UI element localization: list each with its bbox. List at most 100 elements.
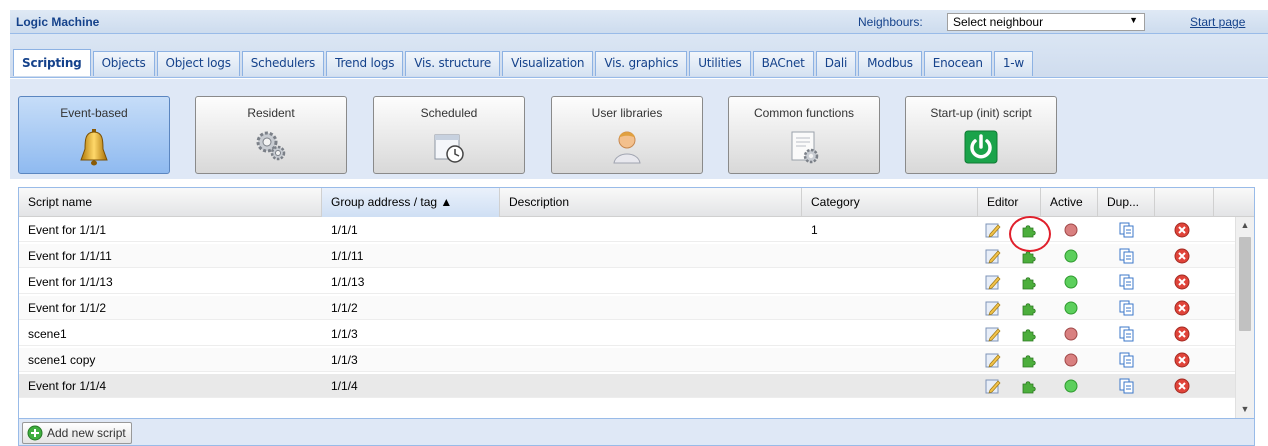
tab-1-wire[interactable]: 1-w bbox=[993, 51, 1034, 76]
table-row[interactable]: Event for 1/1/11 1/1/11 bbox=[19, 244, 1235, 268]
tab-modbus[interactable]: Modbus bbox=[858, 51, 922, 76]
duplicate-icon[interactable] bbox=[1119, 326, 1135, 342]
gears-icon bbox=[256, 131, 286, 161]
tab-objects[interactable]: Objects bbox=[92, 51, 155, 76]
document-gear-icon bbox=[791, 131, 819, 164]
active-status-icon[interactable] bbox=[1063, 222, 1079, 238]
table-row[interactable]: Event for 1/1/1 1/1/1 1 bbox=[19, 218, 1235, 242]
duplicate-icon[interactable] bbox=[1119, 378, 1135, 394]
tab-trend-logs[interactable]: Trend logs bbox=[326, 51, 404, 76]
common-functions-button[interactable]: Common functions bbox=[728, 96, 880, 174]
column-duplicate[interactable]: Dup... bbox=[1098, 188, 1155, 217]
column-group-address[interactable]: Group address / tag ▲ bbox=[322, 188, 500, 217]
duplicate-icon[interactable] bbox=[1119, 352, 1135, 368]
title-bar: Logic Machine Neighbours: Select neighbo… bbox=[10, 10, 1268, 34]
tab-bacnet[interactable]: BACnet bbox=[752, 51, 814, 76]
duplicate-icon[interactable] bbox=[1119, 274, 1135, 290]
script-name-cell: scene1 copy bbox=[28, 353, 96, 367]
user-libraries-button[interactable]: User libraries bbox=[551, 96, 703, 174]
tab-schedulers[interactable]: Schedulers bbox=[241, 51, 325, 76]
grid-scrollbar[interactable]: ▲ ▼ bbox=[1235, 217, 1254, 418]
column-delete[interactable] bbox=[1155, 188, 1214, 217]
neighbours-select-value: Select neighbour bbox=[953, 15, 1044, 29]
user-icon bbox=[613, 131, 641, 164]
table-row[interactable]: Event for 1/1/13 1/1/13 bbox=[19, 270, 1235, 294]
edit-pencil-icon[interactable] bbox=[985, 352, 1001, 368]
delete-icon[interactable] bbox=[1174, 248, 1190, 264]
user-libraries-label: User libraries bbox=[591, 106, 663, 120]
duplicate-icon[interactable] bbox=[1119, 222, 1135, 238]
column-editor[interactable]: Editor bbox=[978, 188, 1041, 217]
scrollbar-thumb[interactable] bbox=[1239, 237, 1251, 331]
event-based-button[interactable]: Event-based bbox=[18, 96, 170, 174]
active-status-icon[interactable] bbox=[1063, 352, 1079, 368]
group-address-cell: 1/1/4 bbox=[331, 379, 358, 393]
editor-puzzle-icon[interactable] bbox=[1021, 352, 1037, 368]
group-address-cell: 1/1/13 bbox=[331, 275, 365, 289]
calendar-clock-icon bbox=[434, 134, 464, 163]
delete-icon[interactable] bbox=[1174, 222, 1190, 238]
event-based-label: Event-based bbox=[60, 106, 128, 120]
table-row[interactable]: scene1 1/1/3 bbox=[19, 322, 1235, 346]
edit-pencil-icon[interactable] bbox=[985, 274, 1001, 290]
tab-object-logs[interactable]: Object logs bbox=[156, 51, 240, 76]
add-new-script-button[interactable]: Add new script bbox=[22, 422, 132, 444]
tab-dali[interactable]: Dali bbox=[815, 51, 857, 76]
active-status-icon[interactable] bbox=[1063, 326, 1079, 342]
description-cell bbox=[500, 374, 509, 398]
tab-enocean[interactable]: Enocean bbox=[923, 51, 992, 76]
editor-puzzle-icon[interactable] bbox=[1021, 326, 1037, 342]
column-active[interactable]: Active bbox=[1041, 188, 1098, 217]
neighbours-label: Neighbours: bbox=[858, 15, 923, 29]
delete-icon[interactable] bbox=[1174, 326, 1190, 342]
power-icon bbox=[964, 130, 998, 164]
edit-pencil-icon[interactable] bbox=[985, 300, 1001, 316]
column-category[interactable]: Category bbox=[802, 188, 978, 217]
edit-pencil-icon[interactable] bbox=[985, 378, 1001, 394]
edit-pencil-icon[interactable] bbox=[985, 222, 1001, 238]
editor-puzzle-icon[interactable] bbox=[1021, 378, 1037, 394]
start-page-link[interactable]: Start page bbox=[1190, 15, 1245, 29]
delete-icon[interactable] bbox=[1174, 274, 1190, 290]
duplicate-icon[interactable] bbox=[1119, 248, 1135, 264]
active-status-icon[interactable] bbox=[1063, 300, 1079, 316]
delete-icon[interactable] bbox=[1174, 378, 1190, 394]
active-status-icon[interactable] bbox=[1063, 378, 1079, 394]
edit-pencil-icon[interactable] bbox=[985, 326, 1001, 342]
tab-utilities[interactable]: Utilities bbox=[689, 51, 751, 76]
tab-vis-structure[interactable]: Vis. structure bbox=[405, 51, 501, 76]
delete-icon[interactable] bbox=[1174, 300, 1190, 316]
editor-puzzle-icon[interactable] bbox=[1021, 300, 1037, 316]
category-cell bbox=[802, 374, 811, 398]
delete-icon[interactable] bbox=[1174, 352, 1190, 368]
table-row[interactable]: Event for 1/1/2 1/1/2 bbox=[19, 296, 1235, 320]
tab-scripting[interactable]: Scripting bbox=[13, 49, 91, 76]
scroll-down-arrow-icon[interactable]: ▼ bbox=[1236, 401, 1254, 418]
group-address-cell: 1/1/3 bbox=[331, 327, 358, 341]
column-description[interactable]: Description bbox=[500, 188, 802, 217]
script-name-cell: Event for 1/1/2 bbox=[28, 301, 107, 315]
group-address-cell: 1/1/11 bbox=[331, 249, 364, 263]
description-cell bbox=[500, 218, 509, 242]
category-cell bbox=[802, 296, 811, 320]
active-status-icon[interactable] bbox=[1063, 274, 1079, 290]
scroll-up-arrow-icon[interactable]: ▲ bbox=[1236, 217, 1254, 234]
main-tabs: Scripting Objects Object logs Schedulers… bbox=[10, 34, 1268, 78]
description-cell bbox=[500, 270, 509, 294]
active-status-icon[interactable] bbox=[1063, 248, 1079, 264]
duplicate-icon[interactable] bbox=[1119, 300, 1135, 316]
neighbours-select[interactable]: Select neighbour ▼ bbox=[947, 13, 1145, 31]
editor-puzzle-icon[interactable] bbox=[1021, 274, 1037, 290]
startup-script-label: Start-up (init) script bbox=[930, 106, 1032, 120]
startup-script-button[interactable]: Start-up (init) script bbox=[905, 96, 1057, 174]
table-row[interactable]: scene1 copy 1/1/3 bbox=[19, 348, 1235, 372]
table-row[interactable]: Event for 1/1/4 1/1/4 bbox=[19, 374, 1235, 398]
description-cell bbox=[500, 322, 509, 346]
edit-pencil-icon[interactable] bbox=[985, 248, 1001, 264]
resident-button[interactable]: Resident bbox=[195, 96, 347, 174]
tab-vis-graphics[interactable]: Vis. graphics bbox=[595, 51, 688, 76]
column-script-name[interactable]: Script name bbox=[19, 188, 322, 217]
scheduled-button[interactable]: Scheduled bbox=[373, 96, 525, 174]
tab-visualization[interactable]: Visualization bbox=[502, 51, 594, 76]
resident-label: Resident bbox=[247, 106, 295, 120]
